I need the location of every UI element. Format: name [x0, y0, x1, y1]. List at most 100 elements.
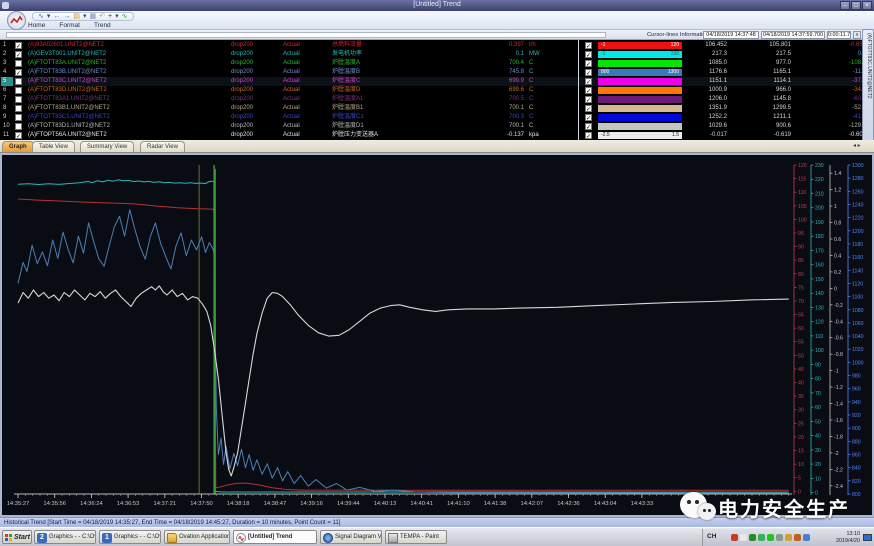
minimize-button[interactable]: – [840, 1, 850, 10]
export-icon[interactable]: ▤ [73, 13, 80, 21]
y-tick-label: 0 [834, 286, 837, 292]
x-tick-label: 14:42:36 [557, 501, 580, 507]
start-button-label: Start [14, 534, 30, 541]
scale-checkbox[interactable]: ✓ [585, 87, 592, 94]
dropdown-caret-icon[interactable]: ▾ [83, 13, 87, 21]
table-row[interactable]: 3(A)FTOTT83A.UNIT2@NET2drop200Actual炉膛温度… [0, 59, 874, 68]
table-row[interactable]: 9(A)FTOTT83C1.UNIT2@NET2drop200Actual炉膛温… [0, 113, 874, 122]
task-button[interactable]: 2Graphics - - C:\Ovati... [34, 530, 96, 544]
y-tick-label: 1020 [852, 347, 864, 353]
table-row[interactable]: 4✓(A)FTOTT83B.UNIT2@NET2drop200Actual炉膛温… [0, 68, 874, 77]
task-button[interactable]: Signal Diagram Viewe... [320, 530, 382, 544]
row-checkbox[interactable] [15, 105, 22, 112]
row-checkbox[interactable] [15, 60, 22, 67]
tray-icon-network[interactable] [794, 534, 801, 541]
menu-trend[interactable]: Trend [94, 22, 111, 29]
menu-home[interactable]: Home [28, 22, 45, 29]
trend-chart[interactable]: 14:35:2714:35:5614:36:2414:36:5314:37:21… [2, 155, 872, 515]
undo-icon[interactable]: ↶ [99, 13, 105, 21]
close-button[interactable]: × [862, 1, 872, 10]
y-tick-label: 20 [798, 435, 804, 441]
cursor2-time-field[interactable]: 04/18/2019 14:37:59.700 [761, 31, 825, 39]
taskbar-clock[interactable]: 13:10 2019/4/20 [836, 531, 860, 544]
tab-scroll-arrows[interactable]: ◂ ▸ [853, 142, 861, 149]
trend-graph-panel: 14:35:2714:35:5614:36:2414:36:5314:37:21… [0, 153, 874, 517]
tray-icon-blue[interactable] [803, 534, 810, 541]
task-button[interactable]: TEMPA - Paint [385, 530, 447, 544]
table-row[interactable]: 7(A)FTOTT83A1.UNIT2@NET2drop200Actual炉膛温… [0, 95, 874, 104]
tab-radar-view[interactable]: Radar View [140, 141, 185, 152]
y-tick-label: -1.2 [834, 385, 843, 391]
maximize-button[interactable]: □ [851, 1, 861, 10]
tray-icon-status[interactable] [758, 534, 765, 541]
scale-checkbox[interactable]: ✓ [585, 69, 592, 76]
cursor1-time-field[interactable]: 04/18/2019 14:37:48 [703, 31, 759, 39]
dropdown-caret-icon[interactable]: ▾ [115, 13, 119, 21]
table-row[interactable]: 1✓(A)93A02601.UNIT2@NET2drop200Actual总燃料… [0, 41, 874, 50]
menu-format[interactable]: Format [59, 22, 80, 29]
trend-chart-icon[interactable]: ∿ [38, 13, 44, 21]
point-name: (A)FTOTT83B.UNIT2@NET2 [28, 68, 228, 77]
cursor1-value: 1206.0 [650, 95, 727, 104]
forward-arrow-icon[interactable]: → [63, 13, 70, 21]
task-button[interactable]: Ovation Applications [164, 530, 230, 544]
cursor-info-close-icon[interactable]: x [853, 31, 861, 39]
tab-table-view[interactable]: Table View [32, 141, 75, 152]
point-value: 700.5 [444, 95, 524, 104]
point-units: C [529, 86, 559, 95]
tray-icon-flag[interactable] [740, 534, 747, 541]
y-tick-label: 30 [798, 408, 804, 414]
scale-checkbox[interactable]: ✓ [585, 114, 592, 121]
scale-checkbox[interactable]: ✓ [585, 60, 592, 67]
cursor1-value: 106.452 [650, 41, 727, 50]
cursor1-value: 1252.2 [650, 113, 727, 122]
tray-icon-green-app[interactable] [749, 534, 756, 541]
table-row[interactable]: 8(A)FTOTT83B1.UNIT2@NET2drop200Actual炉膛温… [0, 104, 874, 113]
scale-checkbox[interactable]: ✓ [585, 42, 592, 49]
y-tick-label: 1040 [852, 334, 864, 340]
tray-icon-gray-ball[interactable] [776, 534, 783, 541]
scale-checkbox[interactable]: ✓ [585, 105, 592, 112]
task-button[interactable]: 1Graphics - - C:\Ovati... [99, 530, 161, 544]
tray-icon-gear[interactable] [785, 534, 792, 541]
start-button[interactable]: Start [2, 530, 32, 544]
scale-checkbox[interactable]: ✓ [585, 51, 592, 58]
back-arrow-icon[interactable]: ← [53, 13, 60, 21]
tray-icon-monitor[interactable] [767, 534, 774, 541]
add-icon[interactable]: + [108, 13, 112, 21]
table-icon[interactable]: ▦ [90, 13, 97, 21]
cursor-delta-value: -34.9 [795, 86, 866, 95]
table-row[interactable]: 5(A)FTOTT83C.UNIT2@NET2drop200Actual炉膛温度… [0, 77, 874, 86]
row-checkbox[interactable] [15, 87, 22, 94]
row-checkbox[interactable]: ✓ [15, 69, 22, 76]
dropdown-caret-icon[interactable]: ▾ [47, 13, 51, 21]
point-value: 700.3 [444, 113, 524, 122]
tray-icon-alarm[interactable] [731, 534, 738, 541]
table-row[interactable]: 11✓(A)FTOPT56A.UNIT2@NET2drop200Actual炉膛… [0, 131, 874, 140]
live-trend-icon[interactable]: ∿ [122, 13, 128, 21]
table-row[interactable]: 2✓(A)GEV3T001.UNIT2@NET2drop200Actual发电机… [0, 50, 874, 59]
row-checkbox[interactable] [15, 96, 22, 103]
scale-checkbox[interactable]: ✓ [585, 123, 592, 130]
row-checkbox[interactable]: ✓ [15, 51, 22, 58]
row-checkbox[interactable] [15, 78, 22, 85]
point-entry-bar[interactable] [6, 32, 606, 38]
application-menu-button[interactable] [7, 11, 26, 30]
scale-checkbox[interactable]: ✓ [585, 96, 592, 103]
scale-checkbox[interactable]: ✓ [585, 78, 592, 85]
language-indicator[interactable]: CH [707, 533, 716, 540]
tab-summary-view[interactable]: Summary View [80, 141, 134, 152]
table-row[interactable]: 6(A)FTOTT83D.UNIT2@NET2drop200Actual炉膛温度… [0, 86, 874, 95]
cursor2-value: 900.6 [730, 122, 791, 131]
tab-graph[interactable]: Graph [2, 141, 34, 152]
row-checkbox[interactable]: ✓ [15, 42, 22, 49]
table-row[interactable]: 10(A)FTOTT83D1.UNIT2@NET2drop200Actual炉膛… [0, 122, 874, 131]
task-button[interactable]: ∿[Untitled] Trend [233, 530, 317, 544]
cursor-delta-field[interactable]: 0:00:11.7 [827, 31, 851, 39]
row-checkbox[interactable] [15, 114, 22, 121]
scale-checkbox[interactable]: ✓ [585, 132, 592, 139]
row-checkbox[interactable] [15, 123, 22, 130]
side-panel-tab[interactable]: (A)FTOTT83C.UNIT2@NET2 [862, 29, 874, 157]
row-checkbox[interactable]: ✓ [15, 132, 22, 139]
y-tick-label: 160 [815, 263, 824, 269]
